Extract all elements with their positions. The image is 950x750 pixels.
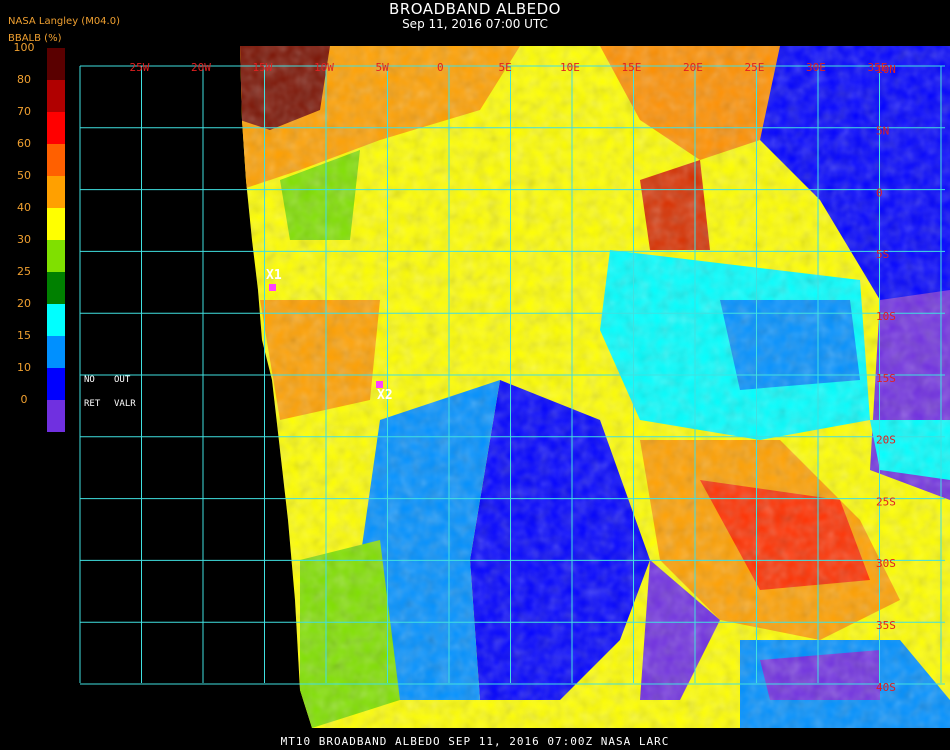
legend-color-bar xyxy=(47,48,65,432)
lat-label: 40S xyxy=(876,681,896,694)
lat-label: 20S xyxy=(876,434,896,447)
legend-swatch xyxy=(47,144,65,176)
lat-label: 30S xyxy=(876,557,896,570)
legend-swatch xyxy=(47,272,65,304)
lon-label: 25W xyxy=(130,61,150,74)
legend-swatch xyxy=(47,80,65,112)
page-subtitle: Sep 11, 2016 07:00 UTC xyxy=(402,17,548,31)
legend-tick-label: 40 xyxy=(17,201,31,214)
legend-ret-label: RET xyxy=(84,399,101,409)
lon-label: 0 xyxy=(437,61,444,74)
imagery xyxy=(240,46,950,728)
lat-label: 10N xyxy=(876,63,896,76)
lat-label: 35S xyxy=(876,619,896,632)
lon-label: 10E xyxy=(560,61,580,74)
lat-label: 10S xyxy=(876,310,896,323)
lon-label: 5W xyxy=(376,61,390,74)
legend-swatch xyxy=(47,112,65,144)
legend-tick-label: 30 xyxy=(17,233,31,246)
legend-swatch xyxy=(47,368,65,400)
marker-x2-dot[interactable] xyxy=(376,381,383,388)
lon-label: 15W xyxy=(253,61,273,74)
legend-swatch xyxy=(47,400,65,432)
legend-tick-label: 10 xyxy=(17,361,31,374)
legend-tick-label: 80 xyxy=(17,73,31,86)
lon-label: 20W xyxy=(191,61,211,74)
legend-tick-label: 100 xyxy=(13,41,35,54)
marker-x1-label: X1 xyxy=(266,268,282,283)
lon-label: 25E xyxy=(745,61,765,74)
footer-caption: MT10 BROADBAND ALBEDO SEP 11, 2016 07:00… xyxy=(280,735,670,748)
legend-valr-label: VALR xyxy=(114,399,136,409)
lat-label: 5S xyxy=(876,248,889,261)
lon-label: 15E xyxy=(622,61,642,74)
lat-label: 25S xyxy=(876,495,896,508)
credit-label: NASA Langley (M04.0) xyxy=(8,16,120,27)
legend-swatch xyxy=(47,48,65,80)
legend-swatch xyxy=(47,240,65,272)
legend-tick-label: 15 xyxy=(17,329,31,342)
albedo-map[interactable]: 25W 20W 15W 10W 5W 0 5E 10E 15E 20E 25E 30E 35E10N5N… xyxy=(0,0,950,750)
lon-label: 5E xyxy=(499,61,512,74)
lon-label: 30E xyxy=(806,61,826,74)
legend-no-label: NO xyxy=(84,375,95,385)
legend-swatch xyxy=(47,176,65,208)
lon-label: 20E xyxy=(683,61,703,74)
page-title: BROADBAND ALBEDO xyxy=(389,0,561,18)
legend-tick-label: 70 xyxy=(17,105,31,118)
lon-label: 10W xyxy=(314,61,334,74)
lat-label: 5N xyxy=(876,125,889,138)
legend-swatch xyxy=(47,304,65,336)
legend-tick-label: 0 xyxy=(20,393,28,406)
lat-label: 15S xyxy=(876,372,896,385)
legend-swatch xyxy=(47,336,65,368)
legend-tick-label: 25 xyxy=(17,265,31,278)
legend-tick-label: 50 xyxy=(17,169,31,182)
legend-out-label: OUT xyxy=(114,375,131,385)
legend-tick-label: 60 xyxy=(17,137,31,150)
marker-x2-label: X2 xyxy=(377,388,393,403)
marker-x1-dot[interactable] xyxy=(269,284,276,291)
legend-tick-label: 20 xyxy=(17,297,31,310)
lat-label: 0 xyxy=(876,186,883,199)
legend-swatch xyxy=(47,208,65,240)
